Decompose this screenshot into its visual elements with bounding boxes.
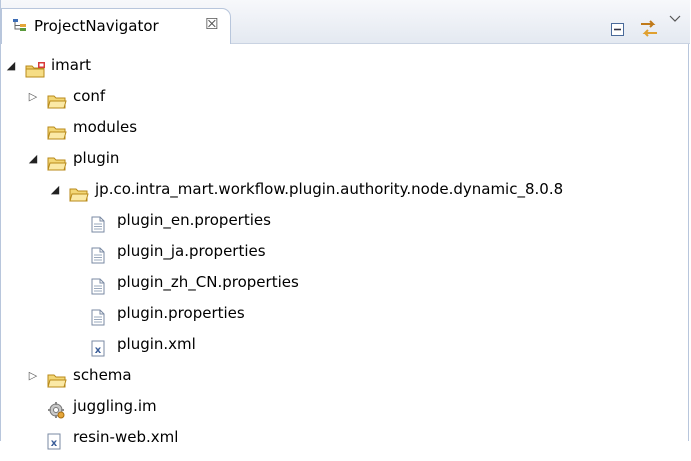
tree-item[interactable]: modules [1, 112, 690, 143]
tree-item-label: modules [73, 118, 138, 136]
tree-item-label: conf [73, 87, 106, 105]
tree-item[interactable]: x resin-web.xml [1, 422, 690, 453]
tree-item[interactable]: plugin_ja.properties [1, 236, 690, 267]
tree-item-label: jp.co.intra_mart.workflow.plugin.authori… [95, 180, 564, 198]
expanded-arrow-icon[interactable]: ◢ [27, 143, 39, 174]
tree-item-label: plugin_en.properties [117, 211, 271, 229]
view-menu-icon[interactable] [669, 9, 681, 27]
tree-item-label: juggling.im [73, 397, 157, 415]
view-tab-bar: ProjectNavigator ☒ [1, 0, 690, 44]
close-icon[interactable]: ☒ [205, 15, 218, 33]
tree-item[interactable]: ▷ conf [1, 81, 690, 112]
tree-item[interactable]: x plugin.xml [1, 329, 690, 360]
project-navigator-view: ProjectNavigator ☒ ◢ imart ▷ conf modules ◢ pl… [0, 0, 690, 450]
tree-item[interactable]: ◢ jp.co.intra_mart.workflow.plugin.author… [1, 174, 690, 205]
collapse-all-icon[interactable] [611, 23, 625, 41]
expanded-arrow-icon[interactable]: ◢ [49, 174, 61, 205]
tree-item-label: plugin.xml [117, 335, 196, 353]
svg-text:x: x [95, 345, 102, 356]
link-with-editor-icon[interactable] [639, 18, 659, 44]
collapsed-arrow-icon[interactable]: ▷ [27, 360, 39, 391]
tree-item-label: plugin_zh_CN.properties [117, 273, 299, 291]
tree-item-label: imart [51, 56, 92, 74]
tab-project-navigator[interactable]: ProjectNavigator ☒ [1, 8, 231, 44]
svg-text:x: x [51, 438, 58, 449]
tree-item[interactable]: ◢ imart [1, 50, 690, 81]
tree-view-icon [12, 18, 28, 36]
tree-item[interactable]: plugin_zh_CN.properties [1, 267, 690, 298]
tree-item-label: plugin [73, 149, 120, 167]
tree-item-label: schema [73, 366, 132, 384]
expanded-arrow-icon[interactable]: ◢ [5, 50, 17, 81]
tab-title: ProjectNavigator [34, 17, 159, 35]
xml-file-icon: x [47, 430, 61, 461]
tree-item[interactable]: plugin_en.properties [1, 205, 690, 236]
tree-item[interactable]: juggling.im [1, 391, 690, 422]
tree-item[interactable]: ▷ schema [1, 360, 690, 391]
tree-item-label: resin-web.xml [73, 428, 179, 446]
project-tree: ◢ imart ▷ conf modules ◢ plugin ◢ jp.co.intra_ma… [1, 50, 690, 453]
collapsed-arrow-icon[interactable]: ▷ [27, 81, 39, 112]
tree-item-label: plugin.properties [117, 304, 245, 322]
tree-item[interactable]: plugin.properties [1, 298, 690, 329]
tree-item-label: plugin_ja.properties [117, 242, 266, 260]
tree-item[interactable]: ◢ plugin [1, 143, 690, 174]
